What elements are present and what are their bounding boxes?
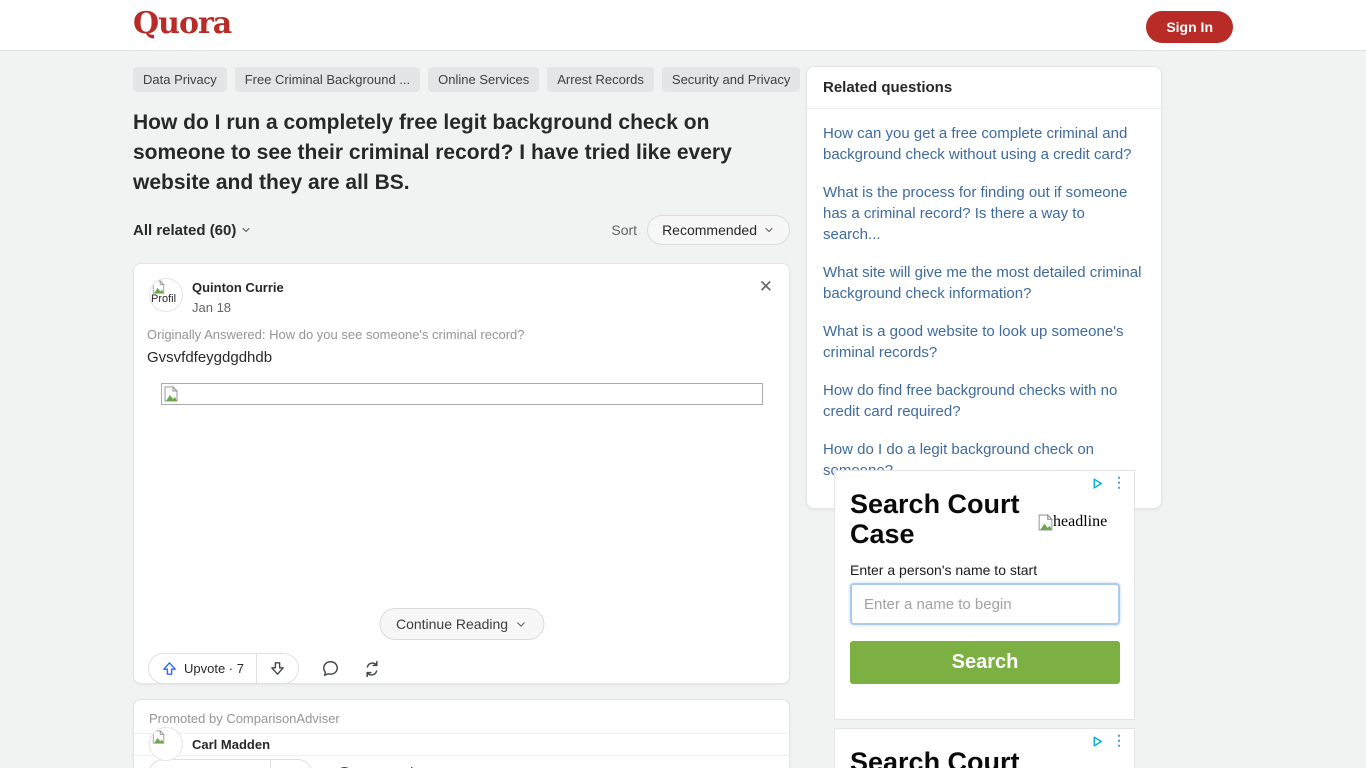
- topic-tag-data-privacy[interactable]: Data Privacy: [133, 67, 227, 92]
- answer-broken-image: [161, 383, 763, 405]
- quora-logo[interactable]: Quora: [133, 6, 231, 41]
- topic-tag-security-privacy[interactable]: Security and Privacy: [662, 67, 801, 92]
- ad-input-label: Enter a person's name to start: [850, 562, 1037, 578]
- ad-headline[interactable]: Search Court Case: [850, 489, 1045, 549]
- originally-answered-text[interactable]: Originally Answered: How do you see some…: [147, 327, 525, 342]
- upvote-button[interactable]: Upvote · 7: [149, 654, 256, 683]
- author-name[interactable]: Carl Madden: [192, 737, 270, 752]
- related-question-link[interactable]: How can you get a free complete criminal…: [823, 123, 1145, 165]
- broken-image-icon: [152, 280, 165, 294]
- ad-search-button[interactable]: Search: [850, 641, 1120, 684]
- topic-tag-free-criminal-background[interactable]: Free Criminal Background ...: [235, 67, 420, 92]
- comment-button[interactable]: [321, 659, 340, 678]
- answer-card: Profil Quinton Currie Jan 18 ✕ Originall…: [133, 263, 790, 684]
- sign-in-button[interactable]: Sign In: [1146, 11, 1233, 43]
- comment-icon: [321, 659, 340, 678]
- topic-tag-arrest-records[interactable]: Arrest Records: [547, 67, 654, 92]
- answers-filter-row: All related (60) Sort Recommended: [133, 215, 790, 245]
- upvote-button[interactable]: Upvote · 287: [149, 760, 270, 768]
- sort-control: Sort Recommended: [611, 215, 790, 245]
- topic-tag-online-services[interactable]: Online Services: [428, 67, 539, 92]
- continue-reading-button[interactable]: Continue Reading: [379, 608, 544, 640]
- answer-action-bar: Upvote · 7: [148, 653, 382, 684]
- ad-menu-dots-icon[interactable]: ⋮: [1112, 733, 1126, 747]
- related-question-link[interactable]: How do find free background checks with …: [823, 380, 1145, 422]
- share-button[interactable]: 7: [397, 765, 430, 768]
- question-title: How do I run a completely free legit bac…: [133, 108, 745, 198]
- chevron-down-icon: [240, 224, 252, 236]
- divider: [134, 733, 789, 734]
- sort-dropdown[interactable]: Recommended: [647, 215, 790, 245]
- close-icon[interactable]: ✕: [759, 278, 773, 295]
- share-repost-icon: [397, 765, 417, 768]
- author-name[interactable]: Quinton Currie: [192, 280, 284, 295]
- ad-headline[interactable]: Search Court: [850, 747, 1045, 768]
- ad-image-alt-text: headline: [1053, 513, 1107, 531]
- share-button[interactable]: [362, 659, 382, 679]
- related-question-link[interactable]: What is a good website to look up someon…: [823, 321, 1145, 363]
- answer-body-text: Gvsvfdfeygdgdhdb: [147, 349, 272, 366]
- promoted-action-bar: Upvote · 287 88: [148, 759, 430, 768]
- related-questions-title: Related questions: [807, 67, 1161, 109]
- broken-image-icon: [1038, 514, 1053, 531]
- avatar-alt-text: Profil: [151, 293, 176, 305]
- chevron-down-icon: [514, 618, 527, 631]
- related-question-link[interactable]: What is the process for finding out if s…: [823, 182, 1145, 245]
- promoted-answer-card: Promoted by ComparisonAdviser Carl Madde…: [133, 699, 790, 768]
- ad-search-court-case: ⋮ Search Court Case headline Enter a per…: [834, 470, 1135, 720]
- topic-tag-row: Data Privacy Free Criminal Background ..…: [133, 67, 790, 92]
- author-avatar[interactable]: [149, 727, 183, 761]
- related-questions-card: Related questions How can you get a free…: [806, 66, 1162, 509]
- downvote-button[interactable]: [271, 760, 312, 768]
- ad-broken-image: headline: [1038, 513, 1107, 531]
- all-related-label: All related (60): [133, 222, 236, 239]
- promoted-by-label[interactable]: Promoted by ComparisonAdviser: [149, 711, 340, 726]
- downvote-button[interactable]: [257, 654, 298, 683]
- vote-pill: Upvote · 7: [148, 653, 299, 684]
- chevron-down-icon: [763, 224, 775, 236]
- related-questions-list: How can you get a free complete criminal…: [807, 109, 1161, 502]
- ad-menu-dots-icon[interactable]: ⋮: [1112, 475, 1126, 489]
- ad-name-input[interactable]: [850, 583, 1120, 625]
- broken-image-icon: [164, 386, 178, 402]
- continue-reading-label: Continue Reading: [396, 616, 508, 632]
- adchoices-icon[interactable]: [1091, 477, 1104, 490]
- top-navigation-bar: Quora Sign In: [0, 0, 1366, 51]
- related-question-link[interactable]: What site will give me the most detailed…: [823, 262, 1145, 304]
- sort-value: Recommended: [662, 222, 757, 238]
- ad-search-court-case-2: ⋮ Search Court: [834, 728, 1135, 768]
- share-repost-icon: [362, 659, 382, 679]
- author-avatar[interactable]: Profil: [149, 278, 183, 312]
- all-related-dropdown[interactable]: All related (60): [133, 222, 252, 239]
- right-sidebar: Related questions How can you get a free…: [806, 66, 1162, 509]
- vote-pill: Upvote · 287: [148, 759, 313, 768]
- sort-label: Sort: [611, 222, 637, 238]
- answer-date[interactable]: Jan 18: [192, 300, 231, 315]
- divider: [134, 755, 789, 756]
- upvote-icon: [161, 660, 178, 677]
- upvote-count-label: Upvote · 7: [184, 661, 244, 676]
- main-column: Data Privacy Free Criminal Background ..…: [133, 67, 790, 768]
- downvote-icon: [269, 660, 286, 677]
- adchoices-icon[interactable]: [1091, 735, 1104, 748]
- broken-image-icon: [152, 730, 165, 744]
